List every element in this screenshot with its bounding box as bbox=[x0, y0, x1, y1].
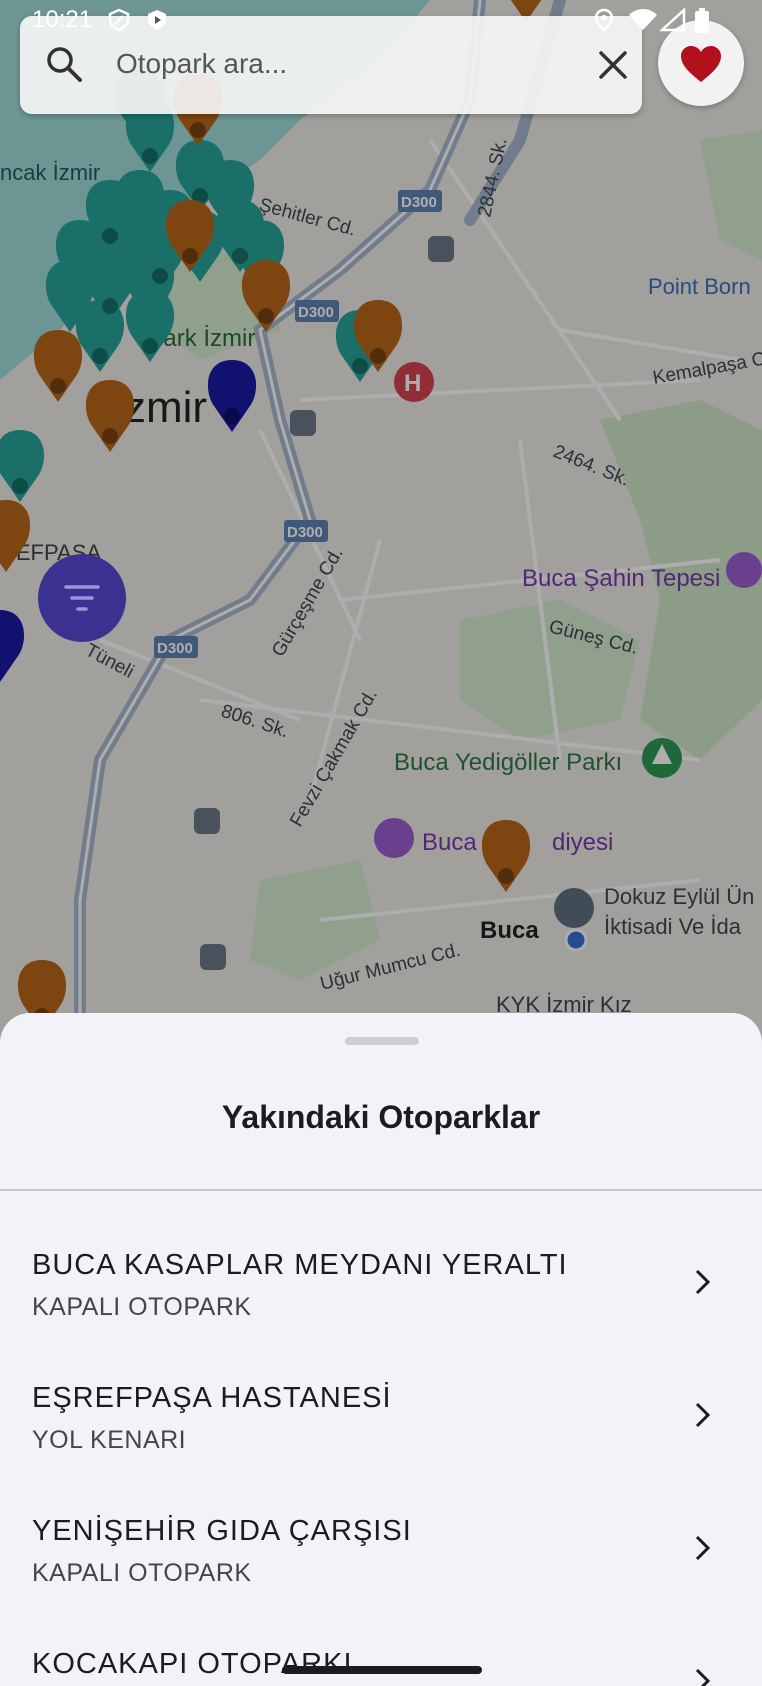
signal-icon bbox=[660, 8, 686, 32]
parking-list-item[interactable]: BUCA KASAPLAR MEYDANI YERALTI KAPALI OTO… bbox=[0, 1227, 762, 1357]
map-canvas[interactable]: D300 D300 D300 D300 ncak İzmir Şehitler … bbox=[0, 0, 762, 1040]
map-label-park: Buca Yedigöller Parkı bbox=[394, 749, 622, 776]
train-station-icon bbox=[200, 944, 226, 970]
filter-button[interactable] bbox=[38, 554, 126, 642]
sheet-title: Yakındaki Otoparklar bbox=[221, 1099, 541, 1135]
train-station-icon bbox=[428, 236, 454, 262]
parking-type: YOL KENARI bbox=[32, 1426, 187, 1454]
parking-name: KOCAKAPI OTOPARKI bbox=[32, 1648, 353, 1680]
close-icon[interactable] bbox=[598, 50, 628, 80]
map-label-d300: D300 bbox=[401, 194, 437, 211]
play-protect-icon bbox=[148, 10, 166, 30]
school-icon bbox=[554, 888, 594, 928]
battery-icon bbox=[695, 8, 709, 33]
map-label-poi: Dokuz Eylül Ün bbox=[604, 884, 754, 909]
chevron-right-icon bbox=[695, 1402, 711, 1428]
location-dot bbox=[564, 928, 588, 952]
chevron-right-icon bbox=[695, 1668, 711, 1686]
parking-list-item[interactable]: YENİŞEHİR GIDA ÇARŞISI KAPALI OTOPARK bbox=[0, 1493, 762, 1623]
map-label-poi: Point Born bbox=[648, 274, 751, 299]
drag-handle[interactable] bbox=[345, 1037, 419, 1045]
map-label-poi: İktisadi Ve İda bbox=[604, 914, 742, 939]
map-label-d300: D300 bbox=[157, 640, 193, 657]
gesture-nav-bar[interactable] bbox=[282, 1666, 482, 1674]
map-view[interactable]: D300 D300 D300 D300 ncak İzmir Şehitler … bbox=[0, 0, 762, 1040]
train-station-icon bbox=[194, 808, 220, 834]
svg-text:H: H bbox=[404, 370, 421, 397]
search-icon bbox=[47, 47, 82, 82]
map-label-d300: D300 bbox=[287, 524, 323, 541]
parking-type: KAPALI OTOPARK bbox=[32, 1293, 252, 1321]
divider bbox=[0, 1189, 762, 1191]
filter-icon bbox=[64, 585, 100, 611]
shield-icon bbox=[108, 8, 130, 32]
parking-list-item[interactable]: EŞREFPAŞA HASTANESİ YOL KENARI bbox=[0, 1360, 762, 1490]
location-icon bbox=[594, 8, 614, 32]
parking-name: YENİŞEHİR GIDA ÇARŞISI bbox=[32, 1515, 412, 1547]
map-label-poi: diyesi bbox=[552, 829, 613, 856]
parking-type: KAPALI OTOPARK bbox=[32, 1559, 252, 1587]
map-label-poi: Buca Şahin Tepesi bbox=[522, 565, 720, 592]
chevron-right-icon bbox=[695, 1535, 711, 1561]
poi-icon bbox=[726, 552, 762, 588]
heart-icon bbox=[681, 46, 721, 82]
search-input[interactable]: Otopark ara... bbox=[116, 48, 287, 80]
status-bar: 10:21 bbox=[0, 0, 762, 40]
parking-name: EŞREFPAŞA HASTANESİ bbox=[32, 1382, 392, 1414]
parking-list-item[interactable]: KOCAKAPI OTOPARKI AÇIK OTOPARK bbox=[0, 1626, 762, 1686]
map-label-city: zmir bbox=[124, 383, 207, 432]
nearby-parking-sheet[interactable]: Yakındaki Otoparklar BUCA KASAPLAR MEYDA… bbox=[0, 1013, 762, 1686]
government-icon bbox=[374, 818, 414, 858]
map-label-d300: D300 bbox=[298, 304, 334, 321]
chevron-right-icon bbox=[695, 1269, 711, 1295]
train-station-icon bbox=[290, 410, 316, 436]
map-label-alsancak: ncak İzmir bbox=[0, 160, 100, 185]
map-label-district: Buca bbox=[480, 917, 539, 944]
wifi-icon bbox=[629, 9, 657, 30]
parking-name: BUCA KASAPLAR MEYDANI YERALTI bbox=[32, 1249, 568, 1281]
status-time: 10:21 bbox=[32, 6, 93, 33]
